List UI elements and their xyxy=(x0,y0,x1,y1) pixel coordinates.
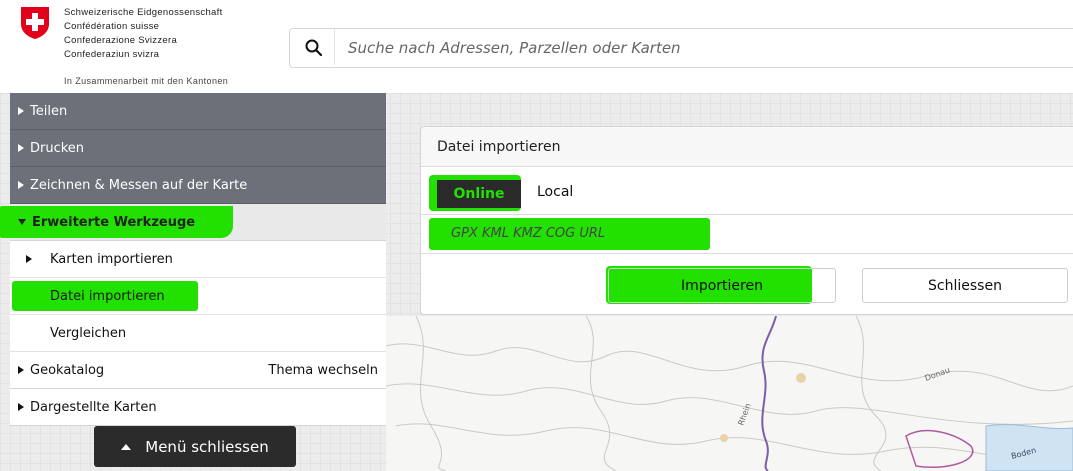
import-file-panel: Datei importieren Online Local Importier… xyxy=(420,126,1073,315)
confed-line: Schweizerische Eidgenossenschaft xyxy=(64,7,223,18)
confederation-names: Schweizerische Eidgenossenschaft Confédé… xyxy=(64,6,223,62)
chevron-right-icon xyxy=(18,107,24,115)
close-button-label: Schliessen xyxy=(928,277,1002,294)
menu-item-label: Erweiterte Werkzeuge xyxy=(32,214,196,230)
sub-item-label: Karten importieren xyxy=(50,251,173,267)
search-bar xyxy=(289,28,1073,68)
import-button[interactable]: Importieren xyxy=(608,268,836,303)
tab-local[interactable]: Local xyxy=(537,184,573,200)
url-input[interactable] xyxy=(429,217,709,249)
sub-item-label: Vergleichen xyxy=(50,325,127,341)
menu-item-label: Zeichnen & Messen auf der Karte xyxy=(30,177,248,193)
menu-item-zeichnen[interactable]: Zeichnen & Messen auf der Karte xyxy=(10,167,386,204)
menu-item-drucken[interactable]: Drucken xyxy=(10,130,386,167)
sub-item-datei-importieren[interactable]: Datei importieren xyxy=(10,278,386,315)
menu-item-label: Geokatalog xyxy=(30,362,105,378)
menu-item-label: Dargestellte Karten xyxy=(30,399,157,415)
thema-wechseln-link[interactable]: Thema wechseln xyxy=(268,363,378,378)
sub-item-vergleichen[interactable]: Vergleichen xyxy=(10,315,386,352)
close-button[interactable]: Schliessen xyxy=(862,268,1068,303)
import-button-label: Importieren xyxy=(681,277,763,294)
sub-item-label: Datei importieren xyxy=(50,288,165,304)
map-terrain: Rhein Donau Boden xyxy=(386,316,1073,471)
search-icon[interactable] xyxy=(304,38,324,58)
confed-line: Confederazione Svizzera xyxy=(64,35,178,46)
search-divider xyxy=(334,29,335,65)
confed-line: Confédération suisse xyxy=(64,21,160,32)
chevron-right-icon xyxy=(18,366,24,374)
menu-item-erweiterte-werkzeuge[interactable]: Erweiterte Werkzeuge xyxy=(0,204,386,241)
swiss-coat-of-arms-icon xyxy=(21,7,49,39)
chevron-right-icon xyxy=(18,181,24,189)
menu-item-geokatalog[interactable]: Geokatalog Thema wechseln xyxy=(10,352,386,389)
search-input[interactable] xyxy=(346,29,1050,67)
sidebar-menu: Teilen Drucken Zeichnen & Messen auf der… xyxy=(0,93,386,426)
confed-line: Confederaziun svizra xyxy=(64,49,160,60)
chevron-right-icon xyxy=(18,403,24,411)
menu-item-label: Drucken xyxy=(30,140,85,156)
map-label: Donau xyxy=(924,365,952,382)
chevron-right-icon xyxy=(26,255,32,263)
import-tabs: Online Local xyxy=(421,168,1073,215)
menu-item-teilen[interactable]: Teilen xyxy=(10,93,386,130)
menu-item-label: Teilen xyxy=(30,103,68,119)
chevron-up-icon xyxy=(121,443,132,450)
sub-item-karten-importieren[interactable]: Karten importieren xyxy=(10,241,386,278)
url-row xyxy=(421,215,1073,254)
chevron-down-icon xyxy=(18,219,26,225)
cooperation-text: In Zusammenarbeit mit den Kantonen xyxy=(64,76,229,86)
close-menu-button[interactable]: Menü schliessen xyxy=(94,426,296,467)
close-menu-label: Menü schliessen xyxy=(145,437,269,456)
menu-item-dargestellte-karten[interactable]: Dargestellte Karten xyxy=(10,389,386,426)
panel-title: Datei importieren xyxy=(421,127,1073,167)
map-canvas[interactable]: Rhein Donau Boden xyxy=(386,316,1073,471)
app-header: Schweizerische Eidgenossenschaft Confédé… xyxy=(0,0,1073,94)
chevron-right-icon xyxy=(18,144,24,152)
tab-online[interactable]: Online xyxy=(437,180,521,208)
